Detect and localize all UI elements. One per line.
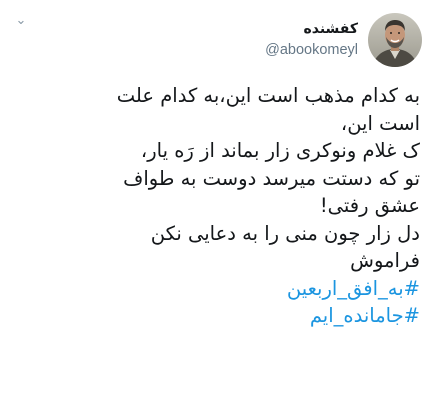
- user-handle[interactable]: @abookomeyl: [265, 39, 358, 61]
- display-name[interactable]: کفشنده: [303, 19, 358, 39]
- tweet-text: به کدام مذهب است این،به کدام علت است این…: [8, 82, 420, 330]
- tweet-line: به کدام مذهب است این،به کدام علت: [116, 84, 420, 107]
- tweet-line: تو که دستت میرسد دوست به طواف: [123, 166, 420, 190]
- tweet-line: است این،: [340, 111, 420, 135]
- tweet-author[interactable]: کفشنده @abookomeyl: [265, 12, 422, 68]
- chevron-down-icon[interactable]: ⌄: [14, 14, 28, 28]
- hashtag-link[interactable]: #جامانده_ایم: [8, 302, 420, 330]
- tweet-line: دل زار چون منی را به دعایی نکن: [150, 221, 420, 245]
- tweet-line: ک غلام ونوکری زار بماند از رَه یار،: [140, 139, 420, 162]
- hashtag-link[interactable]: #به_افق_اربعین: [8, 275, 420, 303]
- tweet-line: فراموش: [350, 249, 420, 272]
- author-names: کفشنده @abookomeyl: [265, 19, 358, 61]
- avatar[interactable]: [368, 13, 422, 67]
- tweet-card: ⌄ کفشنده @abookomeyl به کدام مذهب است ای…: [0, 0, 432, 400]
- tweet-line: عشق رفتی!: [319, 194, 420, 217]
